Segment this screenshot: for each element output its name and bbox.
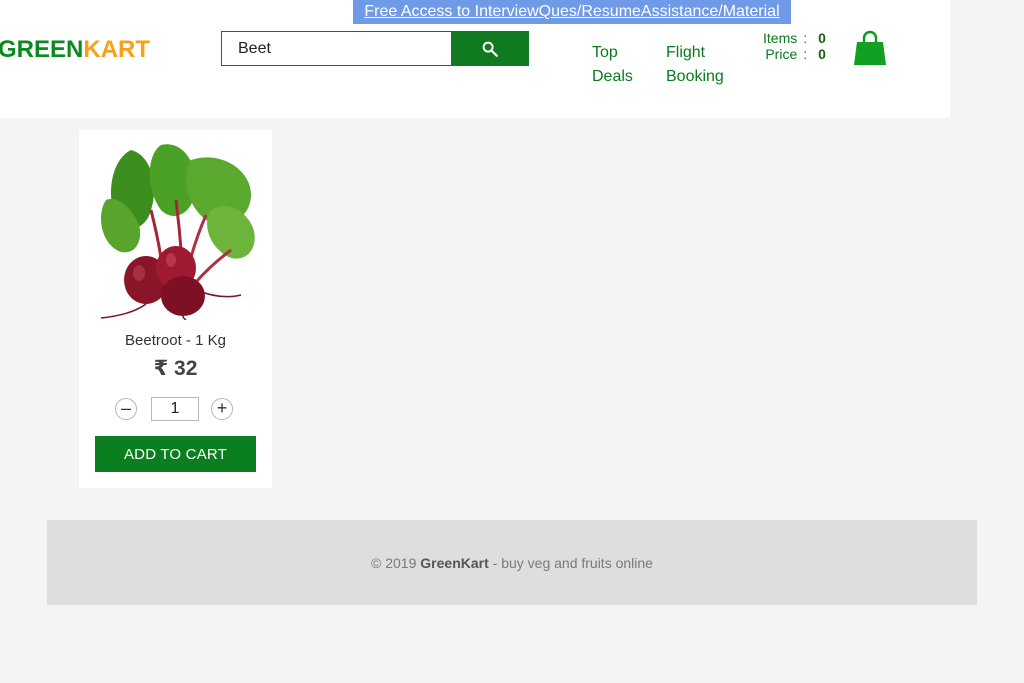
search-input[interactable] bbox=[221, 31, 451, 66]
product-price: ₹ 32 bbox=[79, 356, 272, 382]
price-value: 32 bbox=[174, 357, 198, 380]
add-to-cart-button[interactable]: ADD TO CART bbox=[95, 436, 256, 472]
increment-button[interactable]: + bbox=[211, 398, 233, 420]
shopping-bag-icon bbox=[854, 30, 886, 65]
cart-summary: Items : 0 Price : 0 bbox=[760, 30, 829, 62]
search-icon bbox=[482, 41, 498, 57]
cart-price-separator: : bbox=[803, 46, 808, 62]
footer-brand: GreenKart bbox=[420, 554, 489, 571]
cart-items-separator: : bbox=[803, 30, 808, 46]
cart-button[interactable] bbox=[853, 30, 887, 66]
decrement-button[interactable]: – bbox=[115, 398, 137, 420]
product-name: Beetroot - 1 Kg bbox=[125, 332, 226, 349]
beetroot-image bbox=[100, 144, 255, 320]
flight-booking-link[interactable]: Flight Booking bbox=[666, 41, 736, 89]
brand-text-kart: KART bbox=[83, 36, 151, 63]
footer-tagline: - buy veg and fruits online bbox=[488, 554, 653, 571]
cart-items-count: 0 bbox=[818, 30, 826, 46]
cart-price-label: Price bbox=[765, 46, 798, 62]
cart-items-label: Items bbox=[763, 30, 798, 46]
footer-copyright: © 2019 bbox=[371, 554, 421, 571]
quantity-input[interactable] bbox=[151, 397, 199, 421]
top-deals-link[interactable]: Top Deals bbox=[592, 41, 652, 89]
brand-text-green: GREEN bbox=[0, 36, 84, 63]
brand-logo[interactable]: GREENKART bbox=[0, 36, 150, 64]
currency-symbol: ₹ bbox=[153, 357, 169, 380]
cart-price-value: 0 bbox=[818, 46, 826, 62]
header: Free Access to InterviewQues/ResumeAssis… bbox=[0, 0, 950, 118]
search-button[interactable] bbox=[451, 31, 529, 66]
product-card: Beetroot - 1 Kg ₹ 32 – + ADD TO CART bbox=[79, 130, 272, 488]
footer: © 2019 GreenKart - buy veg and fruits on… bbox=[47, 520, 977, 605]
promo-link[interactable]: Free Access to InterviewQues/ResumeAssis… bbox=[353, 0, 791, 24]
